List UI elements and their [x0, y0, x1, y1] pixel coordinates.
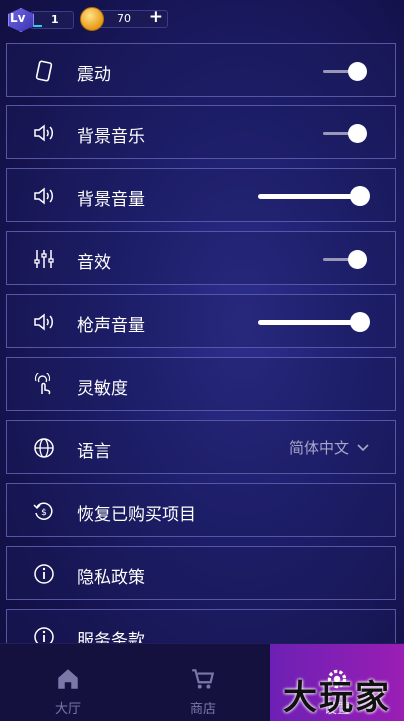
slider-track — [258, 320, 358, 325]
setting-row-terms-of-service[interactable]: 服务条款 — [6, 609, 396, 643]
slider-track — [258, 194, 358, 199]
setting-label: 灵敏度 — [77, 379, 128, 399]
coin-amount: 70 — [117, 12, 131, 25]
touch-gesture-icon — [34, 373, 51, 395]
level-value: 1 — [51, 13, 59, 26]
toggle-knob[interactable] — [348, 62, 367, 81]
equalizer-icon — [34, 250, 54, 268]
tab-lobby[interactable]: 大厅 — [28, 652, 108, 718]
info-icon — [34, 564, 54, 584]
setting-row-gunshot-volume[interactable]: 枪声音量 — [6, 294, 396, 348]
language-select-value[interactable]: 简体中文 — [289, 437, 349, 458]
phone-vibrate-icon — [35, 60, 53, 82]
gunshot-volume-slider[interactable] — [258, 312, 370, 332]
sound-effects-toggle[interactable] — [323, 249, 367, 269]
speaker-icon — [34, 187, 53, 205]
setting-row-sound-effects[interactable]: 音效 — [6, 231, 396, 285]
speaker-icon — [34, 313, 53, 331]
restore-purchase-icon: $ — [33, 502, 53, 520]
setting-row-privacy-policy[interactable]: 隐私政策 — [6, 546, 396, 600]
setting-row-vibration[interactable]: 震动 — [6, 43, 396, 97]
home-icon — [58, 669, 78, 689]
tab-label: 大厅 — [54, 702, 81, 717]
settings-list: 震动 背景音乐 背景音量 音效 枪声音量 灵敏度 语言 简体中文 $ 恢复已购买… — [6, 43, 398, 643]
toggle-knob[interactable] — [348, 250, 367, 269]
chevron-down-icon[interactable] — [355, 439, 371, 455]
setting-row-bg-volume[interactable]: 背景音量 — [6, 168, 396, 222]
setting-label: 隐私政策 — [77, 568, 145, 588]
setting-row-restore-purchases[interactable]: $ 恢复已购买项目 — [6, 483, 396, 537]
setting-row-bg-music[interactable]: 背景音乐 — [6, 105, 396, 159]
level-progress — [33, 25, 42, 27]
setting-label: 恢复已购买项目 — [77, 505, 196, 525]
setting-label: 音效 — [77, 253, 111, 273]
coin-counter: 70 + — [80, 7, 168, 31]
setting-row-sensitivity[interactable]: 灵敏度 — [6, 357, 396, 411]
top-status-bar: 1 Lv 70 + — [0, 0, 404, 40]
coin-icon — [80, 7, 104, 31]
bg-volume-slider[interactable] — [258, 186, 370, 206]
setting-row-language[interactable]: 语言 简体中文 — [6, 420, 396, 474]
level-bar: 1 — [30, 11, 74, 29]
toggle-knob[interactable] — [348, 124, 367, 143]
setting-label: 服务条款 — [77, 631, 145, 643]
setting-label: 背景音乐 — [77, 127, 145, 147]
setting-label: 震动 — [77, 65, 111, 85]
bg-music-toggle[interactable] — [323, 123, 367, 143]
level-prefix: Lv — [10, 11, 26, 25]
slider-handle[interactable] — [350, 186, 370, 206]
svg-text:$: $ — [41, 508, 47, 518]
level-indicator: 1 Lv — [8, 8, 74, 32]
tab-label: 商店 — [189, 702, 216, 717]
watermark-text: 大玩家 — [283, 678, 391, 718]
setting-label: 枪声音量 — [77, 316, 145, 336]
speaker-icon — [34, 124, 53, 142]
setting-label: 语言 — [77, 442, 111, 462]
coin-bar: 70 + — [96, 7, 168, 28]
tab-shop[interactable]: 商店 — [163, 652, 243, 718]
vibration-toggle[interactable] — [323, 61, 367, 81]
globe-icon — [34, 438, 54, 458]
cart-icon — [192, 669, 215, 689]
info-icon — [34, 627, 54, 643]
setting-label: 背景音量 — [77, 190, 145, 210]
add-coins-button[interactable]: + — [149, 7, 163, 27]
slider-handle[interactable] — [350, 312, 370, 332]
